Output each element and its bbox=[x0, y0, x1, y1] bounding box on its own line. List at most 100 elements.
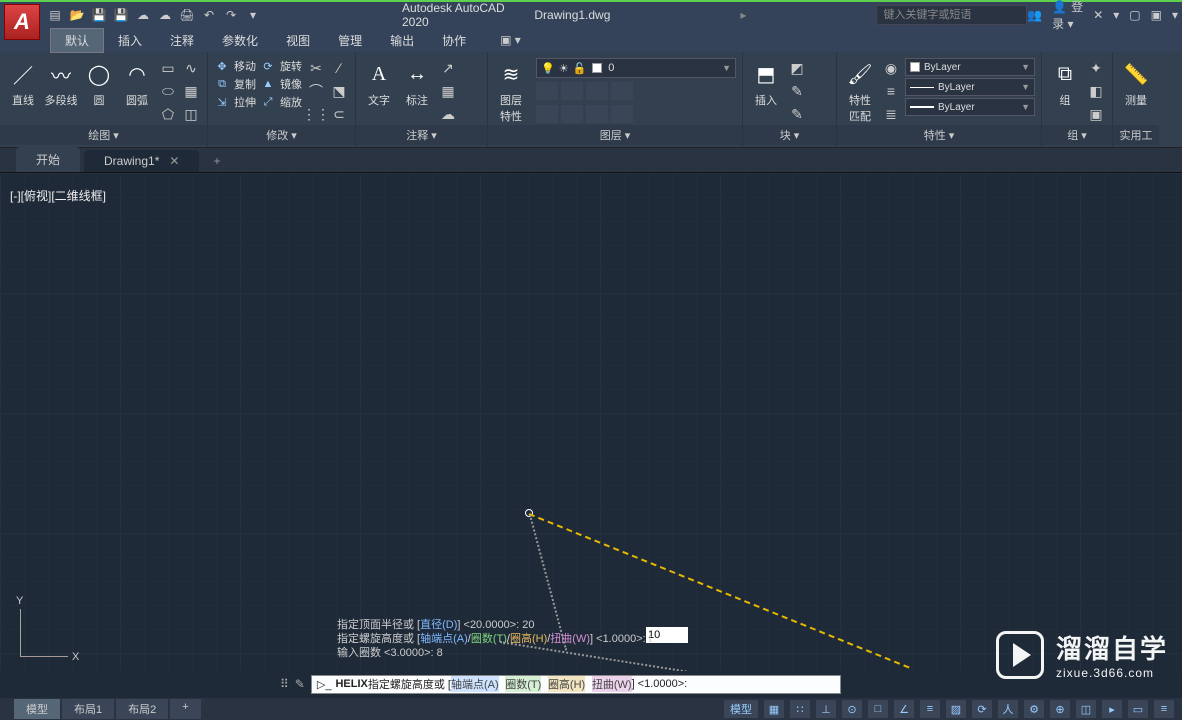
snap-icon[interactable]: ∷ bbox=[790, 700, 810, 718]
lineweight-dropdown[interactable]: ByLayer▼ bbox=[905, 98, 1035, 116]
cloud-open-icon[interactable]: ☁ bbox=[134, 6, 152, 24]
tab-layout2[interactable]: 布局2 bbox=[116, 699, 168, 719]
osnap-icon[interactable]: □ bbox=[868, 700, 888, 718]
exchange-icon[interactable]: ✕ bbox=[1093, 8, 1103, 22]
save-icon[interactable]: 💾 bbox=[90, 6, 108, 24]
group-sel-icon[interactable]: ▣ bbox=[1086, 104, 1106, 124]
color-dropdown[interactable]: ByLayer▼ bbox=[905, 58, 1035, 76]
ellipse-icon[interactable]: ⬭ bbox=[158, 81, 178, 101]
qat-dropdown-icon[interactable]: ▾ bbox=[244, 6, 262, 24]
line-button[interactable]: ／直线 bbox=[6, 58, 40, 108]
tab-view[interactable]: 视图 bbox=[272, 29, 324, 52]
workspace-icon[interactable]: ⚙ bbox=[1024, 700, 1044, 718]
annotmon-icon[interactable]: ⊕ bbox=[1050, 700, 1070, 718]
fillet-icon[interactable]: ⌒ bbox=[306, 81, 326, 101]
lineweight-icon[interactable]: ≣ bbox=[881, 104, 901, 124]
view-label[interactable]: [-][俯视][二维线框] bbox=[10, 187, 106, 204]
matchprops-button[interactable]: 🖌特性 匹配 bbox=[843, 58, 877, 124]
tab-start[interactable]: 开始 bbox=[16, 147, 80, 172]
drawing-canvas[interactable]: [-][俯视][二维线框] 10 Y X bbox=[0, 173, 1182, 671]
grid-icon[interactable]: ▦ bbox=[764, 700, 784, 718]
tab-model[interactable]: 模型 bbox=[14, 699, 60, 719]
group-edit-icon[interactable]: ◧ bbox=[1086, 81, 1106, 101]
group-button[interactable]: ⧉组 bbox=[1048, 58, 1082, 108]
tab-layout1[interactable]: 布局1 bbox=[62, 699, 114, 719]
search-input[interactable]: 键入关键字或短语 bbox=[876, 5, 1027, 25]
close-tab-icon[interactable]: ✕ bbox=[169, 154, 179, 168]
measure-button[interactable]: 📏测量 bbox=[1119, 58, 1153, 108]
panel-draw-title[interactable]: 绘图 ▾ bbox=[0, 125, 207, 145]
rect-icon[interactable]: ▭ bbox=[158, 58, 178, 78]
offset-icon[interactable]: ⊂ bbox=[329, 104, 349, 124]
tab-manage[interactable]: 管理 bbox=[324, 29, 376, 52]
status-model[interactable]: 模型 bbox=[724, 700, 758, 718]
transparency-icon[interactable]: ▨ bbox=[946, 700, 966, 718]
ortho-icon[interactable]: ⊥ bbox=[816, 700, 836, 718]
add-tab-icon[interactable]: + bbox=[203, 150, 230, 172]
customize-status-icon[interactable]: ≡ bbox=[1154, 700, 1174, 718]
layer-lock-icon[interactable] bbox=[611, 82, 633, 100]
linetype-dropdown[interactable]: ByLayer▼ bbox=[905, 78, 1035, 96]
explode-icon[interactable]: ⬔ bbox=[329, 81, 349, 101]
panel-annot-title[interactable]: 注释 ▾ bbox=[356, 125, 487, 145]
open-icon[interactable]: 📂 bbox=[68, 6, 86, 24]
ungroup-icon[interactable]: ✦ bbox=[1086, 58, 1106, 78]
app-logo-icon[interactable]: A bbox=[4, 4, 40, 40]
cmd-customize-icon[interactable]: ✎ bbox=[295, 677, 305, 691]
overflow-icon[interactable]: ▾ bbox=[1172, 8, 1178, 22]
move-button[interactable]: ✥移动 bbox=[214, 58, 256, 74]
layer-thaw-icon[interactable] bbox=[561, 105, 583, 123]
dimension-button[interactable]: ↔标注 bbox=[400, 58, 434, 108]
hardware-accel-icon[interactable]: ▸ bbox=[1102, 700, 1122, 718]
polyline-button[interactable]: 〰多段线 bbox=[44, 58, 78, 108]
text-button[interactable]: A文字 bbox=[362, 58, 396, 108]
tab-drawing1[interactable]: Drawing1*✕ bbox=[84, 150, 199, 172]
panel-group-title[interactable]: 组 ▾ bbox=[1042, 125, 1112, 145]
window-icon[interactable]: ▣ bbox=[1151, 8, 1162, 22]
tab-parametric[interactable]: 参数化 bbox=[208, 29, 272, 52]
layer-dropdown[interactable]: 💡 ☀ 🔓 0 ▼ bbox=[536, 58, 736, 78]
layer-unlock-icon[interactable] bbox=[611, 105, 633, 123]
add-layout-icon[interactable]: + bbox=[170, 699, 200, 719]
copy-button[interactable]: ⧉复制 bbox=[214, 76, 256, 92]
featured-apps-icon[interactable]: ▣ ▾ bbox=[500, 33, 521, 47]
block-create-icon[interactable]: ◩ bbox=[787, 58, 807, 78]
scale-button[interactable]: ⤢缩放 bbox=[260, 94, 302, 110]
cloud-icon[interactable]: ☁ bbox=[438, 104, 458, 124]
spline-icon[interactable]: ∿ bbox=[181, 58, 201, 78]
cloud-save-icon[interactable]: ☁ bbox=[156, 6, 174, 24]
color-wheel-icon[interactable]: ◉ bbox=[881, 58, 901, 78]
leader-icon[interactable]: ↗ bbox=[438, 58, 458, 78]
tab-insert[interactable]: 插入 bbox=[104, 29, 156, 52]
table-icon[interactable]: ▦ bbox=[438, 81, 458, 101]
trim-icon[interactable]: ✂ bbox=[306, 58, 326, 78]
panel-layers-title[interactable]: 图层 ▾ bbox=[488, 125, 742, 145]
redo-icon[interactable]: ↷ bbox=[222, 6, 240, 24]
insert-button[interactable]: ⬒插入 bbox=[749, 58, 783, 108]
help-dropdown-icon[interactable]: ▾ bbox=[1113, 8, 1119, 22]
tab-collab[interactable]: 协作 bbox=[428, 29, 480, 52]
block-edit-icon[interactable]: ✎ bbox=[787, 81, 807, 101]
stretch-button[interactable]: ⇲拉伸 bbox=[214, 94, 256, 110]
region-icon[interactable]: ◫ bbox=[181, 104, 201, 124]
panel-block-title[interactable]: 块 ▾ bbox=[743, 125, 836, 145]
polar-icon[interactable]: ⊙ bbox=[842, 700, 862, 718]
login-button[interactable]: 👤登录 ▾ bbox=[1052, 0, 1083, 32]
tab-default[interactable]: 默认 bbox=[50, 28, 104, 53]
plot-icon[interactable]: 🖨 bbox=[178, 6, 196, 24]
circle-button[interactable]: ◯圆 bbox=[82, 58, 116, 108]
panel-modify-title[interactable]: 修改 ▾ bbox=[208, 125, 355, 145]
saveas-icon[interactable]: 💾 bbox=[112, 6, 130, 24]
layer-uniso-icon[interactable] bbox=[536, 105, 558, 123]
isolate-icon[interactable]: ◫ bbox=[1076, 700, 1096, 718]
erase-icon[interactable]: ∕ bbox=[329, 58, 349, 78]
layer-freeze-icon[interactable] bbox=[561, 82, 583, 100]
share-icon[interactable]: 👥 bbox=[1027, 8, 1042, 22]
lweight-icon[interactable]: ≡ bbox=[920, 700, 940, 718]
tab-annotate[interactable]: 注释 bbox=[156, 29, 208, 52]
array-icon[interactable]: ⋮⋮ bbox=[306, 104, 326, 124]
cycling-icon[interactable]: ⟳ bbox=[972, 700, 992, 718]
layer-on-icon[interactable] bbox=[586, 105, 608, 123]
linetype-icon[interactable]: ≡ bbox=[881, 81, 901, 101]
command-input[interactable]: ▷_ HELIX 指定螺旋高度或 [ 轴端点(A) 圈数(T) 圈高(H) 扭曲… bbox=[311, 675, 841, 694]
